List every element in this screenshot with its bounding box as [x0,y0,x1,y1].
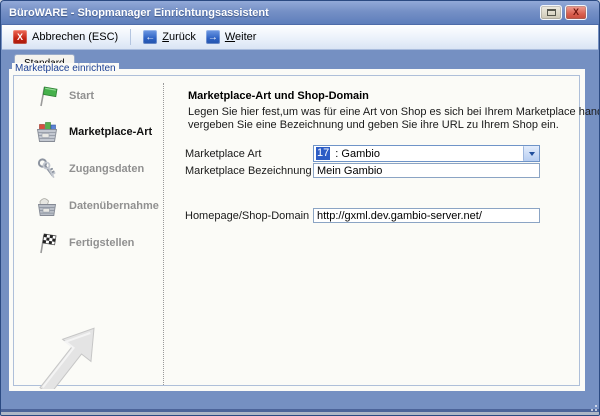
wizard-step-marketplace-art[interactable]: Marketplace-Art [34,118,159,146]
checkered-flag-icon [34,230,60,256]
titlebar[interactable]: BüroWARE - Shopmanager Einrichtungsassis… [1,1,599,25]
cancel-x-icon: X [13,30,27,44]
window-title: BüroWARE - Shopmanager Einrichtungsassis… [9,7,269,19]
wizard-step-label: Marketplace-Art [69,126,152,138]
decorative-arrow-graphic [17,295,121,389]
wizard-step-label: Fertigstellen [69,237,134,249]
data-basket-icon [34,193,60,219]
wizard-step-start[interactable]: Start [34,82,159,110]
marketplace-art-label: Marketplace Art [185,148,261,160]
restore-button[interactable] [540,5,562,20]
wizard-step-zugangsdaten[interactable]: Zugangsdaten [34,155,159,183]
toolbar-separator [130,29,131,45]
description-line2: vergeben Sie eine Bezeichnung und geben … [188,119,559,131]
next-button[interactable]: → Weiter [201,28,262,46]
groupbox-label: Marketplace einrichten [12,63,119,74]
shopping-basket-icon [34,119,60,145]
page-title: Marketplace-Art und Shop-Domain [188,90,369,102]
selected-value-text: : Gambio [332,148,380,160]
marketplace-bezeichnung-label: Marketplace Bezeichnung [185,165,312,177]
wizard-step-fertigstellen[interactable]: Fertigstellen [34,229,159,257]
back-button-label: Zurück [162,31,196,43]
homepage-domain-input[interactable] [313,208,540,223]
keys-icon [34,156,60,182]
main-panel: Marketplace einrichten Start Marketplace… [9,69,585,391]
marketplace-art-dropdown[interactable]: 17 : Gambio [313,145,540,162]
selected-id-highlight: 17 [316,147,330,160]
restore-icon [547,9,556,16]
window-controls: X [540,5,587,20]
description-line1: Legen Sie hier fest,um was für eine Art … [188,106,600,118]
wizard-step-label: Start [69,90,94,102]
resize-grip[interactable] [589,403,597,411]
window-frame-shadow [1,412,599,415]
cancel-button-label: Abbrechen (ESC) [32,31,118,43]
wizard-step-label: Datenübernahme [69,200,159,212]
chevron-down-icon [529,152,535,156]
toolbar: X Abbrechen (ESC) ← Zurück → Weiter [2,25,598,50]
green-flag-icon [34,83,60,109]
close-icon: X [573,8,579,17]
wizard-step-label: Zugangsdaten [69,163,144,175]
back-button[interactable]: ← Zurück [138,28,201,46]
wizard-step-datenuebernahme[interactable]: Datenübernahme [34,192,159,220]
next-button-label: Weiter [225,31,257,43]
arrow-right-icon: → [206,30,220,44]
sidebar-separator [163,83,164,385]
shopmanager-wizard-window: BüroWARE - Shopmanager Einrichtungsassis… [0,0,600,416]
marketplace-bezeichnung-input[interactable] [313,163,540,178]
homepage-domain-label: Homepage/Shop-Domain [185,210,309,222]
arrow-left-icon: ← [143,30,157,44]
close-button[interactable]: X [565,5,587,20]
cancel-button[interactable]: X Abbrechen (ESC) [8,28,123,46]
dropdown-button[interactable] [523,146,539,161]
